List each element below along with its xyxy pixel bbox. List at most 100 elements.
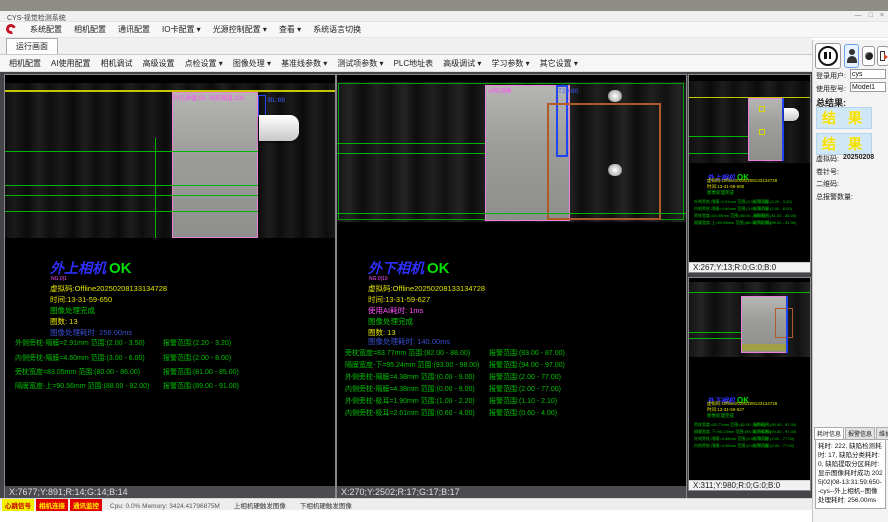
tab-run-screen[interactable]: 运行画面: [6, 38, 58, 54]
minimize-icon[interactable]: —: [855, 12, 862, 19]
menu-view[interactable]: 查看 ▾: [273, 22, 307, 37]
heartbeat-status-badge: 心跳信号: [2, 499, 34, 511]
camera-panel-upper: 针孔阈值:93, 动态阈值:100 BL:88 外上相机OK NG:0|1 虚拟…: [5, 75, 335, 498]
tab-strip: 运行画面: [0, 38, 812, 55]
camera-result-title: 外下相机OK: [368, 258, 450, 278]
tool-camera-debug[interactable]: 相机调试: [96, 56, 138, 71]
measurement-value: 外侧旁枕-隔膜=4.38mm 范围:(0.00 - 9.00): [345, 372, 475, 382]
thumbnail-panel-upper: 外上相机OK 虚拟码:Offline20250208133134728 时间:1…: [689, 75, 810, 272]
measurement-value: 旁枕宽度=83.77mm 范围:(82.00 - 88.00): [345, 348, 470, 358]
window-controls: — □ ×: [855, 12, 884, 19]
measure-line: [5, 195, 258, 196]
result-text: 结 果: [822, 108, 866, 128]
camera-viewport-upper[interactable]: 针孔阈值:93, 动态阈值:100 BL:88: [5, 83, 335, 238]
measure-line: [689, 338, 741, 339]
runtime-log[interactable]: 耗时: 222, 缺陷检测耗时: 17, 缺陷分类耗时: 0, 缺陷提取分区耗时…: [815, 439, 886, 509]
measure-line: [5, 185, 258, 186]
login-user-label: 登录用户:: [816, 71, 846, 81]
cpu-memory-text: Cpu: 0.0% Memory: 3424.41796875M: [110, 503, 220, 510]
thumbnail-viewport-lower[interactable]: [689, 282, 810, 357]
process-done: 图像处理完成: [707, 190, 734, 196]
app-logo-icon: [6, 24, 19, 35]
alarm-range: 报警范围:(0.60 - 4.00): [489, 408, 557, 418]
alarm-range: 报警范围:(89.00 - 91.00): [163, 381, 239, 391]
measurement-value: 隔膜宽度-上=90.56mm 范围:(88.00 - 92.00): [15, 381, 149, 391]
login-user-input[interactable]: [850, 69, 886, 79]
measure-line: [689, 332, 741, 333]
ai-cost: 使用AI耗时: 1ms: [368, 305, 423, 316]
titlebar: CYS-视觉检测系统 — □ ×: [0, 11, 888, 22]
measurement-row: 隔膜宽度-上=90.56mm 范围:(88.00 - 92.00) 报警范围:(…: [5, 381, 335, 391]
virtual-code-label: 虚拟码:: [816, 154, 839, 164]
thumbnail-panel-lower: 外下相机OK 虚拟码:Offline20250208133134728 时间:1…: [689, 278, 810, 490]
pixel-coordinates-bar: X:267;Y:13;R:0;G:0;B:0: [689, 262, 810, 272]
tool-plc-address-table[interactable]: PLC地址表: [389, 56, 439, 71]
exit-button[interactable]: [877, 46, 888, 66]
tool-advanced-debug[interactable]: 高级调试 ▾: [438, 56, 486, 71]
menu-io-config[interactable]: IO卡配置 ▾: [156, 22, 207, 37]
tool-learning-params[interactable]: 学习参数 ▾: [486, 56, 534, 71]
ng-counter: NG:0|1: [51, 276, 67, 282]
tool-baseline-params[interactable]: 基准线参数 ▾: [276, 56, 332, 71]
camera-viewport-lower[interactable]: AI检测框 T20.80: [337, 82, 686, 222]
measurement-value: 外侧旁枕-隔膜=2.91mm 范围:(2.00 - 3.50): [15, 338, 145, 348]
tool-camera-config[interactable]: 相机配置: [4, 56, 46, 71]
alarm-range: 报警范围:(2.00 - 77.00): [489, 384, 561, 394]
measurement-row: 隔膜宽度-下=95.24mm 范围:(93.00 - 98.00) 报警范围:(…: [337, 360, 686, 370]
menu-comm-config[interactable]: 通讯配置: [112, 22, 156, 37]
alarm-range: 报警范围:(83.00 - 87.00): [753, 422, 796, 428]
tool-advanced-settings[interactable]: 高级设置: [138, 56, 180, 71]
tool-spotcheck-settings[interactable]: 点检设置 ▾: [180, 56, 228, 71]
pixel-coordinates-bar: X:270;Y:2502;R:17;G:17;B:17: [337, 486, 686, 498]
maximize-icon[interactable]: □: [869, 12, 873, 19]
highlight-spot: [608, 164, 622, 176]
pixel-coordinates-bar: X:311;Y:980;R:0;G:0;B:0: [689, 480, 810, 490]
measurement-value: 外侧旁枕-极耳=1.90mm 范围:(1.00 - 2.20): [345, 396, 475, 406]
virtual-code-value: 20250208: [843, 154, 874, 161]
measure-line: [337, 213, 686, 214]
orange-detect-box: [547, 103, 661, 220]
measure-line-vertical: [155, 138, 156, 238]
toolbar: 相机配置 AI使用配置 相机调试 高级设置 点检设置 ▾ 图像处理 ▾ 基准线参…: [0, 55, 812, 72]
alarm-range: 报警范围:(89.00 - 91.00): [753, 220, 796, 226]
menu-light-config[interactable]: 光源控制配置 ▾: [207, 22, 273, 37]
measurement-row: 外侧旁枕-隔膜=2.91mm 范围:(2.00 - 3.50) 报警范围:(2.…: [5, 338, 335, 348]
pause-button[interactable]: [815, 43, 841, 69]
alarm-range: 报警范围:(94.00 - 97.00): [489, 360, 565, 370]
qr-code-label: 二维码:: [816, 179, 839, 189]
defect-marker-box: [759, 106, 765, 112]
measurement-row: 旁枕宽度=83.05mm 范围:(80.00 - 86.00) 报警范围:(81…: [5, 367, 335, 377]
measurement-row: 内侧旁枕-隔膜=4.60mm 范围:(3.00 - 6.00) 报警范围:(2.…: [5, 353, 335, 363]
alarm-range: 报警范围:(2.00 - 8.00): [163, 353, 231, 363]
pause-icon: [818, 46, 838, 66]
tool-test-params[interactable]: 测试项参数 ▾: [332, 56, 388, 71]
menu-language-switch[interactable]: 系统语言切换: [307, 22, 367, 37]
model-input[interactable]: [850, 82, 886, 92]
result-box-upper: 结 果: [816, 107, 872, 129]
measurement-row: 内侧旁枕-隔膜=4.38mm 范围:(0.00 - 9.00) 报警范围:(2.…: [689, 443, 810, 453]
tool-other-settings[interactable]: 其它设置 ▾: [535, 56, 583, 71]
measurement-row: 外侧旁枕-极耳=1.90mm 范围:(1.00 - 2.20) 报警范围:(1.…: [337, 396, 686, 406]
tool-image-processing[interactable]: 图像处理 ▾: [228, 56, 276, 71]
control-panel: 登录用户: 使用型号: 总结果: 结 果 结 果 虚拟码: 20250208 卷…: [812, 40, 888, 522]
capture-time: 时间:13-31-59-627: [368, 294, 430, 305]
menu-camera-config[interactable]: 相机配置: [68, 22, 112, 37]
close-icon[interactable]: ×: [880, 12, 884, 19]
pinhole-threshold-label: 针孔阈值:93, 动态阈值:100: [173, 93, 244, 102]
camera-monitor-button[interactable]: [862, 46, 875, 66]
desktop-strip: [0, 0, 888, 11]
camera-status: OK: [109, 260, 132, 277]
user-login-button[interactable]: [844, 44, 859, 68]
lower-camera-trigger-text: 下相机硬触发图像: [300, 503, 352, 510]
thumbnail-viewport-upper[interactable]: [689, 81, 810, 163]
measure-line: [689, 136, 748, 137]
virtual-code: 虚拟码:Offline20250208133134728: [50, 283, 167, 294]
exposure-band: [742, 344, 787, 351]
measurement-row: 隔膜宽度-上=90.56mm 范围:(88.00 - 92.00) 报警范围:(…: [689, 220, 810, 230]
alarm-count-label: 总报警数量:: [816, 192, 853, 202]
menu-system-config[interactable]: 系统配置: [24, 22, 68, 37]
process-done: 图像处理完成: [707, 413, 734, 419]
process-cost: 图像处理耗时: 256.00ms: [50, 327, 132, 338]
alarm-range: 报警范围:(2.00 - 77.00): [489, 372, 561, 382]
tool-ai-config[interactable]: AI使用配置: [46, 56, 96, 71]
